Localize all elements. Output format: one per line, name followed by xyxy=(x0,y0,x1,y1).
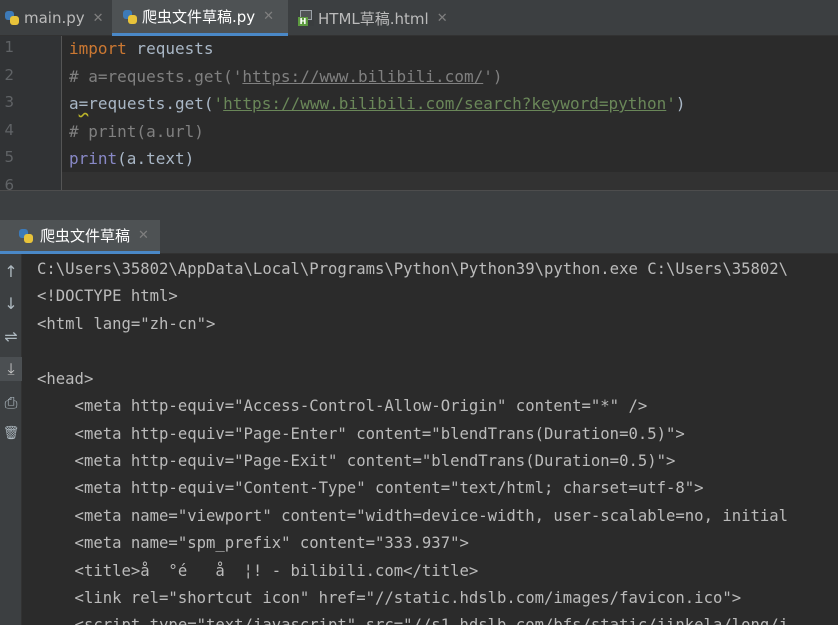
console-line: <link rel="shortcut icon" href="//static… xyxy=(37,589,742,607)
arrow-down-icon[interactable]: ↓ xyxy=(0,292,22,316)
tab-crawler-draft-py[interactable]: 爬虫文件草稿.py ✕ xyxy=(112,0,288,36)
soft-wrap-icon[interactable]: ⇌ xyxy=(0,325,22,349)
close-icon[interactable]: ✕ xyxy=(437,11,448,26)
python-file-icon xyxy=(122,9,138,25)
run-tab-bar: 爬虫文件草稿 ✕ xyxy=(0,220,838,254)
tab-label: main.py xyxy=(24,9,85,27)
line-number: 3 xyxy=(4,93,14,111)
scroll-to-end-icon[interactable]: ⤓ xyxy=(0,357,22,381)
console-line: C:\Users\35802\AppData\Local\Programs\Py… xyxy=(37,260,789,278)
code-line-3: a=requests.get('https://www.bilibili.com… xyxy=(69,94,686,113)
close-icon[interactable]: ✕ xyxy=(93,11,104,26)
console-line: <meta http-equiv="Page-Enter" content="b… xyxy=(37,425,685,443)
code-line-2: # a=requests.get('https://www.bilibili.c… xyxy=(69,67,503,86)
run-tab-label: 爬虫文件草稿 xyxy=(40,227,131,245)
console-line: <meta http-equiv="Content-Type" content=… xyxy=(37,479,704,497)
url-link[interactable]: https://www.bilibili.com/search?keyword=… xyxy=(223,94,666,113)
code-editor[interactable]: 1 2 3 4 5 6 import requests # a=requests… xyxy=(0,36,838,190)
console-line: <script type="text/javascript" src="//s1… xyxy=(37,616,789,625)
console-line: <head> xyxy=(37,370,94,388)
python-run-icon xyxy=(18,228,34,244)
current-line-highlight xyxy=(62,172,838,190)
line-number: 6 xyxy=(4,176,14,190)
console-output[interactable]: C:\Users\35802\AppData\Local\Programs\Py… xyxy=(22,254,838,625)
python-file-icon xyxy=(4,10,20,26)
line-number: 4 xyxy=(4,121,14,139)
console-line: <meta name="viewport" content="width=dev… xyxy=(37,507,789,525)
arrow-up-icon[interactable]: ↑ xyxy=(0,260,22,284)
trash-icon[interactable]: 🗑 xyxy=(0,422,22,446)
console-line: <title>å °é å ¦! - bilibili.com</title> xyxy=(37,562,479,580)
line-number-gutter: 1 2 3 4 5 6 xyxy=(0,36,62,190)
run-tab-crawler-draft[interactable]: 爬虫文件草稿 ✕ xyxy=(0,220,160,254)
close-icon[interactable]: ✕ xyxy=(138,228,149,243)
panel-splitter[interactable] xyxy=(0,190,838,220)
editor-tab-bar: main.py ✕ 爬虫文件草稿.py ✕ H HTML草稿.html ✕ xyxy=(0,0,838,36)
tab-main-py[interactable]: main.py ✕ xyxy=(0,0,110,36)
print-icon[interactable]: ⎙ xyxy=(0,391,22,415)
code-line-5: print(a.text) xyxy=(69,149,195,168)
console-line: <meta http-equiv="Access-Control-Allow-O… xyxy=(37,397,648,415)
tab-html-draft[interactable]: H HTML草稿.html ✕ xyxy=(292,0,464,36)
url-link[interactable]: https://www.bilibili.com/ xyxy=(242,67,483,86)
console-line: <!DOCTYPE html> xyxy=(37,287,178,305)
code-line-1: import requests xyxy=(69,39,214,58)
tab-label: HTML草稿.html xyxy=(318,9,429,28)
html-file-icon: H xyxy=(298,10,314,26)
console-line: <meta name="spm_prefix" content="333.937… xyxy=(37,534,469,552)
console-line: <html lang="zh-cn"> xyxy=(37,315,216,333)
tab-label: 爬虫文件草稿.py xyxy=(142,8,256,26)
run-toolbar: ↑ ↓ ⇌ ⤓ ⎙ 🗑 xyxy=(0,254,22,625)
line-number: 1 xyxy=(4,38,14,56)
line-number: 5 xyxy=(4,148,14,166)
line-number: 2 xyxy=(4,66,14,84)
pep8-warning: = xyxy=(78,94,89,113)
code-line-4: # print(a.url) xyxy=(69,122,204,141)
close-icon[interactable]: ✕ xyxy=(263,9,274,24)
console-line: <meta http-equiv="Page-Exit" content="bl… xyxy=(37,452,676,470)
